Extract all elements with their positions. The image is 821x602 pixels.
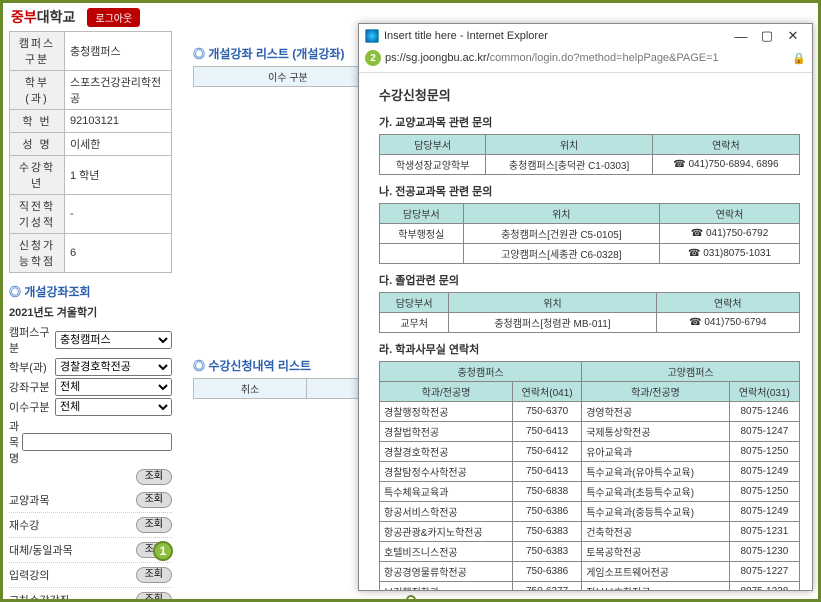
q2: 나. 전공교과목 관련 문의 [379,183,800,199]
info-value: 스포츠건강관리학전공 [65,71,172,110]
menu-item[interactable]: 교차수강강좌조회 [9,588,172,602]
lock-icon: 🔒 [792,52,806,65]
filter-select[interactable]: 충청캠퍼스 [55,331,172,349]
step-2-badge: 2 [365,50,381,66]
dept-table: 충청캠퍼스고양캠퍼스 학과/전공명연락처(041)학과/전공명연락처(031) … [379,361,800,590]
student-info: 캠퍼스구분충청캠퍼스학부(과)스포츠건강관리학전공학 번92103121성 명이… [9,31,172,273]
menu-item[interactable]: 재수강조회 [9,513,172,538]
info-label: 학부(과) [10,71,65,110]
url-path: common/login.do?method=helpPage&PAGE=1 [490,52,719,64]
menu-search-btn[interactable]: 조회 [136,492,172,508]
info-label: 신청가능학점 [10,234,65,273]
maximize-button[interactable]: ▢ [754,28,780,44]
menu-search-btn[interactable]: 조회 [136,592,172,602]
info-value: 6 [65,234,172,273]
subject-input[interactable] [22,433,172,451]
popup-heading: 수강신청문의 [379,85,800,104]
info-label: 성 명 [10,133,65,156]
filter-label: 캠퍼스구분 [9,324,55,356]
logo: 중부대학교 [11,7,75,27]
menu-item[interactable]: 입력강의조회 [9,563,172,588]
info-label: 학 번 [10,110,65,133]
info-value: 이세한 [65,133,172,156]
q3-table: 담당부서위치연락처교무처충청캠퍼스[청렴관 MB-011]☎ 041)750-6… [379,292,800,333]
filter-select[interactable]: 전체 [55,398,172,416]
filter-label: 이수구분 [9,399,55,415]
minimize-button[interactable]: — [728,29,754,44]
menu-item[interactable]: 대체/동일과목조회 [9,538,172,563]
logout-button[interactable]: 로그아웃 [87,8,140,27]
info-label: 수강학년 [10,156,65,195]
search-button[interactable]: 조회 [136,469,172,485]
menu-search-btn[interactable]: 조회 [136,567,172,583]
filter-label: 강좌구분 [9,379,55,395]
section-search: 개설강좌조회 [9,283,172,300]
filter-select[interactable]: 경찰경호학전공 [55,358,172,376]
info-label: 캠퍼스구분 [10,32,65,71]
handle-dot [406,595,416,602]
info-value: 충청캠퍼스 [65,32,172,71]
q3: 다. 졸업관련 문의 [379,272,800,288]
popup-window: Insert title here - Internet Explorer — … [358,23,813,591]
q2-table: 담당부서위치연락처학부행정실충청캠퍼스[건원관 C5-0105]☎ 041)75… [379,203,800,264]
filter-label: 학부(과) [9,359,55,375]
close-button[interactable]: ✕ [780,28,806,44]
term-label: 2021년도 겨울학기 [9,304,172,320]
info-value: 92103121 [65,110,172,133]
menu-item[interactable]: 교양과목조회 [9,488,172,513]
ie-icon [365,29,379,43]
info-value: 1 학년 [65,156,172,195]
q4: 라. 학과사무실 연락처 [379,341,800,357]
q1: 가. 교양교과목 관련 문의 [379,114,800,130]
filter-select[interactable]: 전체 [55,378,172,396]
step-1-badge: 1 [153,541,173,561]
url-host: ps://sg.joongbu.ac.kr/ [385,52,490,64]
subject-label: 과목명 [9,418,22,466]
q1-table: 담당부서위치연락처학생성장교양학부충청캠퍼스[충덕관 C1-0303]☎ 041… [379,134,800,175]
popup-title-text: Insert title here - Internet Explorer [384,30,548,42]
info-label: 직전학기성적 [10,195,65,234]
menu-search-btn[interactable]: 조회 [136,517,172,533]
info-value: - [65,195,172,234]
